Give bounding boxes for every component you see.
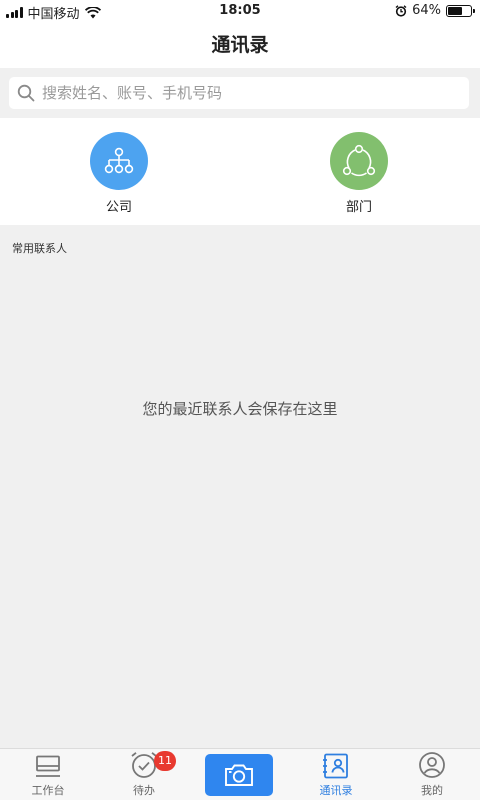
- search-area: [0, 68, 480, 118]
- battery-percent: 64%: [412, 3, 441, 18]
- department-icon: [330, 132, 388, 190]
- profile-icon: [384, 749, 480, 779]
- todo-badge: 11: [154, 751, 176, 771]
- status-bar: 中国移动 18:05 64%: [0, 0, 480, 22]
- tab-profile[interactable]: 我的: [384, 749, 480, 800]
- page-title: 通讯录: [211, 34, 269, 56]
- alarm-clock-icon: [96, 749, 192, 779]
- search-icon: [17, 84, 35, 102]
- company-label: 公司: [105, 200, 132, 215]
- tab-todo-label: 待办: [133, 784, 155, 797]
- company-entry[interactable]: 公司: [59, 132, 179, 215]
- frequent-contacts-header: 常用联系人: [12, 242, 67, 255]
- department-label: 部门: [345, 200, 372, 215]
- department-entry[interactable]: 部门: [299, 132, 419, 215]
- org-chart-icon: [90, 132, 148, 190]
- battery-icon: [446, 4, 475, 17]
- tab-profile-label: 我的: [421, 784, 443, 797]
- tab-workbench[interactable]: 工作台: [0, 749, 96, 800]
- contacts-icon: [288, 749, 384, 779]
- search-box[interactable]: [9, 77, 469, 109]
- battery-level: [448, 6, 463, 15]
- quick-entries: 公司 部门: [0, 118, 480, 225]
- tab-workbench-label: 工作台: [31, 784, 65, 797]
- camera-icon: [225, 764, 253, 786]
- workbench-icon: [0, 749, 96, 779]
- search-input[interactable]: [42, 84, 442, 102]
- camera-button[interactable]: [205, 754, 273, 796]
- tab-contacts-label: 通讯录: [319, 784, 353, 797]
- tab-todo[interactable]: 待办 11: [96, 749, 192, 800]
- tab-bar: 工作台 待办 11 通讯录 我的: [0, 748, 480, 800]
- empty-state-message: 您的最近联系人会保存在这里: [142, 400, 338, 418]
- status-right: 64%: [395, 3, 475, 18]
- nav-bar: 通讯录: [0, 22, 480, 68]
- tab-contacts[interactable]: 通讯录: [288, 749, 384, 800]
- alarm-icon: [395, 4, 407, 17]
